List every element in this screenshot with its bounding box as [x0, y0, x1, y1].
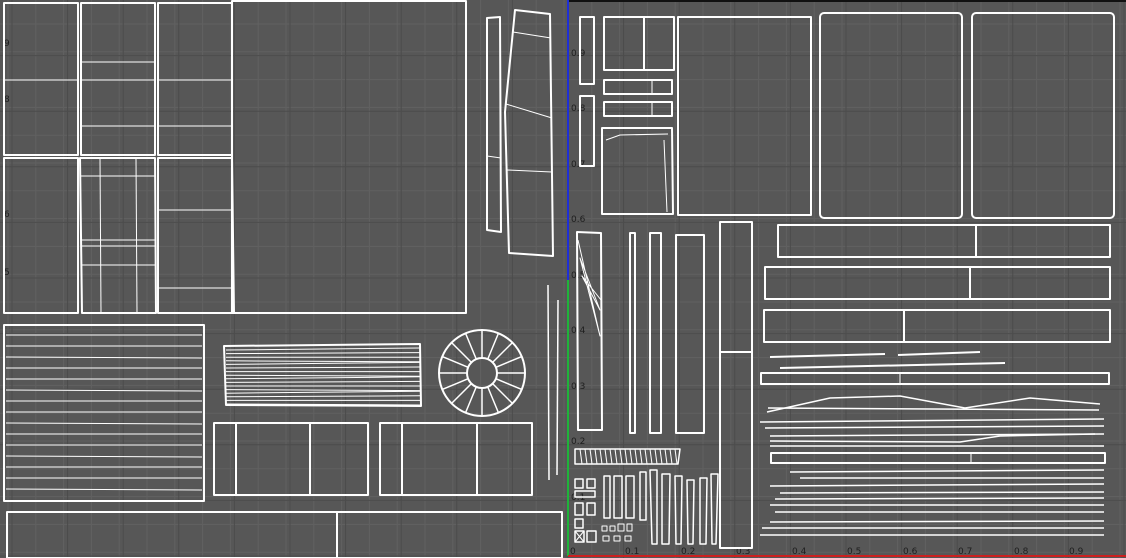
- v-tick-label: 0.8: [571, 104, 586, 114]
- v-tick-label: 0.6: [571, 215, 586, 225]
- u-tick-label: 0.9: [1069, 547, 1084, 557]
- u-tick-label: 0.6: [903, 547, 918, 557]
- u-tick-label: 0: [570, 547, 576, 557]
- u-tick-label: 0.2: [681, 547, 695, 557]
- u-tick-label: 0.5: [847, 547, 861, 557]
- u-tick-label: 0.4: [792, 547, 807, 557]
- v-tick-label: 0.1: [571, 493, 585, 503]
- uv-canvas[interactable]: 0 0.1 0.2 0.3 0.4 0.5 0.6 0.7 0.8 0.9 0.…: [0, 0, 1126, 558]
- u-tick-label: 0.7: [958, 547, 972, 557]
- u-tick-label: 0.1: [625, 547, 639, 557]
- v-tick-label: 0.2: [571, 437, 585, 447]
- uv-grid: [0, 0, 1126, 558]
- uv-editor-viewport[interactable]: 0 0.1 0.2 0.3 0.4 0.5 0.6 0.7 0.8 0.9 0.…: [0, 0, 1126, 558]
- u-tick-label: 0.8: [1014, 547, 1029, 557]
- v-tick-label: 0.9: [571, 49, 586, 59]
